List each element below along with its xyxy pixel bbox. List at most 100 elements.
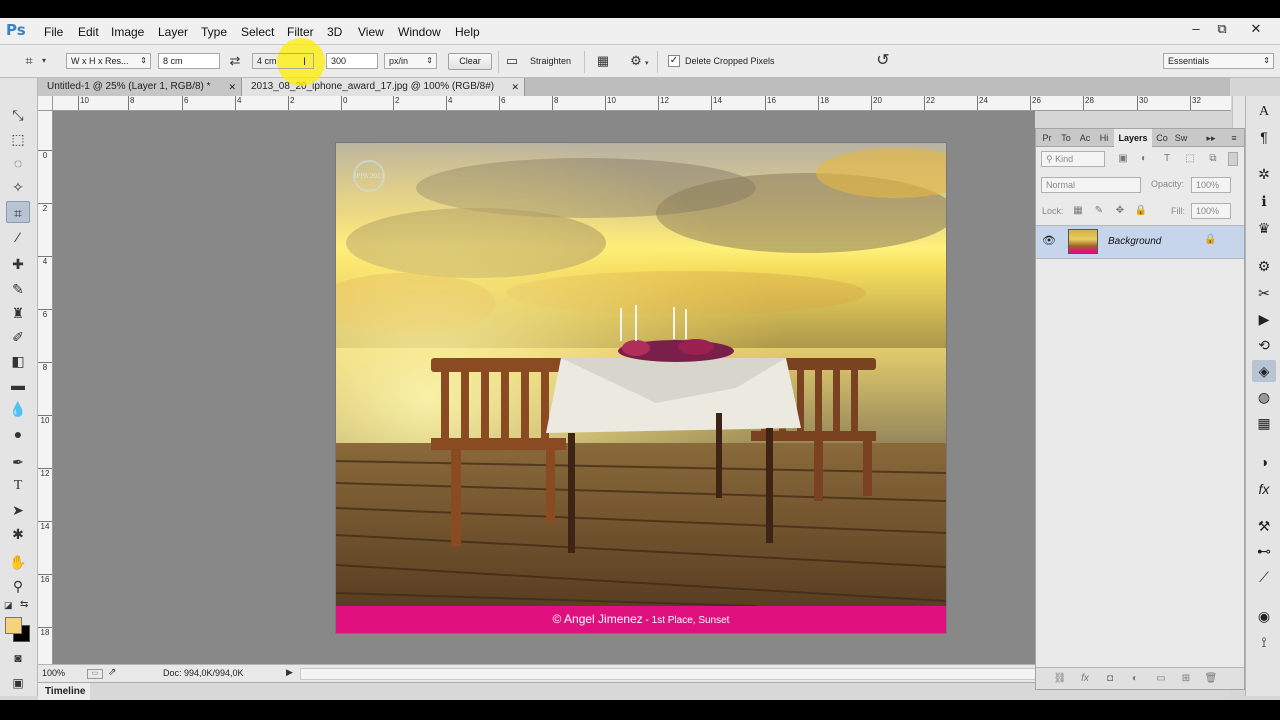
restore-button[interactable]: ⧉: [1211, 20, 1233, 38]
filter-shape-icon[interactable]: ⬚: [1183, 152, 1197, 166]
lock-all-icon[interactable]: 🔒: [1134, 204, 1148, 218]
tab-untitled[interactable]: Untitled-1 @ 25% (Layer 1, RGB/8) * ✕: [38, 78, 242, 96]
resolution-unit-select[interactable]: px/in ⇕: [384, 53, 437, 69]
hand-tool-icon[interactable]: ✋: [6, 551, 30, 573]
timeline-tab[interactable]: Timeline: [38, 683, 90, 701]
lasso-tool-icon[interactable]: ◌: [6, 152, 30, 174]
move-tool-icon[interactable]: ⤡: [6, 104, 30, 126]
menu-file[interactable]: File: [44, 25, 63, 39]
delete-cropped-checkbox[interactable]: ✓: [668, 55, 680, 67]
channels-panel-icon[interactable]: ⊷: [1252, 540, 1276, 562]
tab-tool-presets[interactable]: To: [1057, 129, 1075, 147]
histogram-panel-icon[interactable]: ♛: [1252, 217, 1276, 239]
filter-toggle[interactable]: [1228, 152, 1238, 166]
menu-3d[interactable]: 3D: [327, 25, 342, 39]
minimize-button[interactable]: –: [1185, 20, 1207, 38]
3d-panel-icon[interactable]: ◉: [1252, 605, 1276, 627]
fill-field[interactable]: 100%: [1191, 203, 1231, 219]
foreground-color-swatch[interactable]: [5, 617, 22, 634]
crop-preset-select[interactable]: W x H x Res... ⇕: [66, 53, 151, 69]
filter-type-icon[interactable]: T: [1160, 152, 1174, 166]
menu-help[interactable]: Help: [455, 25, 480, 39]
menu-select[interactable]: Select: [241, 25, 274, 39]
status-info-icon[interactable]: ▭: [87, 669, 103, 679]
layers-icon[interactable]: ◈: [1252, 360, 1276, 382]
eraser-tool-icon[interactable]: ◧: [6, 350, 30, 372]
brush-tool-icon[interactable]: ✎: [6, 278, 30, 300]
workspace-select[interactable]: Essentials ⇕: [1163, 53, 1274, 69]
eyedropper-tool-icon[interactable]: ⁄: [6, 226, 30, 248]
adjustments-panel-icon[interactable]: ◑: [1252, 451, 1276, 473]
adjustment-layer-icon[interactable]: ◐: [1128, 672, 1142, 686]
menu-layer[interactable]: Layer: [158, 25, 188, 39]
new-layer-icon[interactable]: ⊞: [1179, 672, 1193, 686]
info-panel-icon[interactable]: ℹ: [1252, 190, 1276, 212]
lock-transparent-icon[interactable]: ▦: [1071, 204, 1085, 218]
crop-tool-icon[interactable]: ⌗: [6, 201, 30, 223]
type-tool-icon[interactable]: T: [6, 475, 30, 497]
menu-view[interactable]: View: [358, 25, 384, 39]
width-field[interactable]: 8 cm: [158, 53, 220, 69]
zoom-level[interactable]: 100%: [42, 668, 65, 678]
close-icon[interactable]: ✕: [228, 78, 236, 96]
chevron-down-icon[interactable]: ▾: [645, 59, 649, 67]
tool-preset-chevron-icon[interactable]: ▾: [42, 56, 46, 65]
link-layers-icon[interactable]: ⛓: [1053, 672, 1067, 686]
play-icon[interactable]: ▶: [1252, 308, 1276, 330]
filter-smart-object-icon[interactable]: ⧉: [1206, 152, 1220, 166]
layer-row-background[interactable]: 👁 Background 🔒: [1036, 225, 1244, 259]
close-button[interactable]: ✕: [1245, 20, 1267, 38]
clone-stamp-tool-icon[interactable]: ♜: [6, 302, 30, 324]
menu-type[interactable]: Type: [201, 25, 227, 39]
marquee-tool-icon[interactable]: ⬚: [6, 128, 30, 150]
panel-menu-icon[interactable]: ≡: [1226, 129, 1242, 147]
default-colors-icon[interactable]: ◪: [4, 600, 13, 611]
close-icon[interactable]: ✕: [511, 78, 519, 96]
shape-tool-icon[interactable]: ✱: [6, 523, 30, 545]
swap-icon[interactable]: ⇄: [226, 52, 244, 70]
resolution-field[interactable]: 300: [326, 53, 378, 69]
healing-brush-tool-icon[interactable]: ✚: [6, 253, 30, 275]
tab-history[interactable]: Hi: [1095, 129, 1113, 147]
brush-presets-icon[interactable]: ⚙: [1252, 255, 1276, 277]
panel-expand-icon[interactable]: ▸▸: [1204, 129, 1218, 147]
dodge-tool-icon[interactable]: ●: [6, 423, 30, 445]
crop-tool-icon[interactable]: ⌗: [20, 52, 38, 70]
tab-color[interactable]: Co: [1153, 129, 1171, 147]
history-brush-tool-icon[interactable]: ✐: [6, 326, 30, 348]
zoom-tool-icon[interactable]: ⚲: [6, 575, 30, 597]
blend-mode-select[interactable]: Normal: [1041, 177, 1141, 193]
quick-selection-tool-icon[interactable]: ✧: [6, 176, 30, 198]
lock-image-icon[interactable]: ✎: [1092, 204, 1106, 218]
layer-name[interactable]: Background: [1108, 236, 1161, 247]
share-icon[interactable]: ⇗: [108, 667, 116, 678]
tab-iphone-award[interactable]: 2013_08_20_iphone_award_17.jpg @ 100% (R…: [242, 78, 525, 96]
tool-presets-icon[interactable]: ⚒: [1252, 515, 1276, 537]
menu-window[interactable]: Window: [398, 25, 441, 39]
add-mask-icon[interactable]: ◘: [1103, 672, 1117, 686]
paths-panel-icon[interactable]: ⟋: [1252, 566, 1276, 588]
straighten-icon[interactable]: ▭: [503, 52, 521, 70]
swap-colors-icon[interactable]: ⇆: [20, 599, 28, 610]
swatches-panel-icon[interactable]: ▦: [1252, 412, 1276, 434]
menu-image[interactable]: Image: [111, 25, 144, 39]
kind-filter-select[interactable]: ⚲ Kind: [1041, 151, 1105, 167]
gear-icon[interactable]: ⚙: [627, 52, 645, 70]
horizontal-ruler[interactable]: 10 8 6 4 2 0 2 4 6 8 10 12 14 16 18 20 22 24 26 28 30 32: [53, 96, 1231, 111]
gradient-tool-icon[interactable]: ▬: [6, 374, 30, 396]
paragraph-panel-icon[interactable]: ¶: [1252, 126, 1276, 148]
clear-button[interactable]: Clear: [448, 53, 492, 70]
filter-pixel-icon[interactable]: ▣: [1116, 152, 1130, 166]
measurement-panel-icon[interactable]: ⟟: [1252, 631, 1276, 653]
menu-filter[interactable]: Filter: [287, 25, 314, 39]
straighten-label[interactable]: Straighten: [530, 56, 571, 66]
new-group-icon[interactable]: ▭: [1154, 672, 1168, 686]
lock-position-icon[interactable]: ✥: [1113, 204, 1127, 218]
character-panel-icon[interactable]: A: [1252, 101, 1276, 123]
status-arrow-icon[interactable]: ▶: [286, 667, 293, 678]
pen-tool-icon[interactable]: ✒: [6, 451, 30, 473]
tab-layers[interactable]: Layers: [1114, 129, 1152, 147]
tab-swatches[interactable]: Sw: [1172, 129, 1190, 147]
blur-tool-icon[interactable]: 💧: [6, 398, 30, 420]
navigator-panel-icon[interactable]: ✲: [1252, 163, 1276, 185]
